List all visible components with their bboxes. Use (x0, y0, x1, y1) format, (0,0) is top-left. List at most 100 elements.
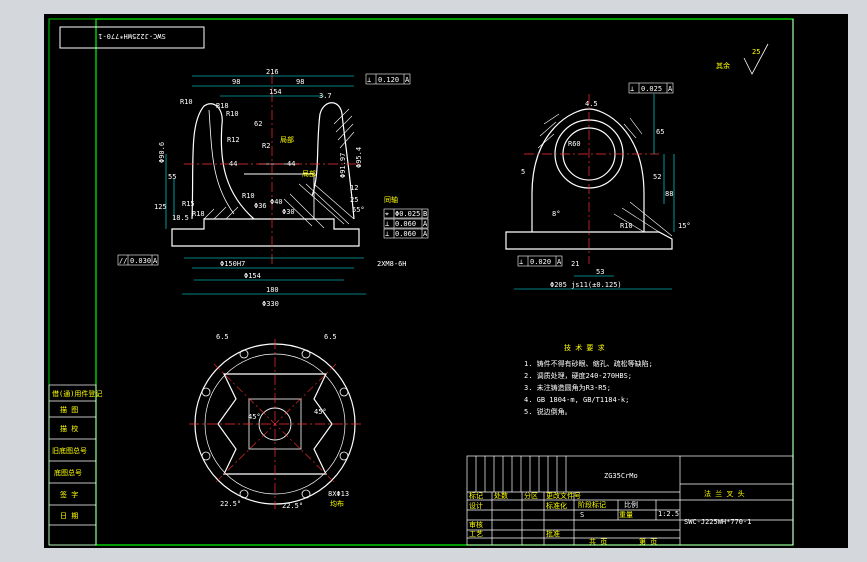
dim-5: 5 (521, 168, 525, 176)
drawing-code-rotated: SWC-J225WH*770-1 (98, 32, 165, 40)
dim-r18: R18 (216, 102, 229, 110)
title-block-text: ZG35CrMo 法 兰 叉 头 SWC-J225WH*770-1 1:2.5 … (469, 472, 751, 546)
drawing-canvas: SWC-J225WH*770-1 其余 25 216 98 98 154 3.7… (44, 14, 848, 548)
dim-53: 53 (596, 268, 604, 276)
dim-d91-97: Φ91.97 (339, 153, 347, 178)
svg-text:设计: 设计 (469, 501, 483, 510)
dim-r18-b: R18 (192, 210, 205, 218)
dim-15deg: 15° (678, 222, 691, 230)
svg-text:0.120: 0.120 (378, 76, 399, 84)
dim-65: 65 (656, 128, 664, 136)
dim-154: 154 (269, 88, 282, 96)
dim-6-5-left: 6.5 (216, 333, 229, 341)
tech-requirements: 技 术 要 求 1. 铸件不得有砂眼、缩孔、疏松等缺陷; 2. 调质处理，硬度2… (524, 343, 653, 416)
svg-text:处数: 处数 (494, 491, 508, 500)
svg-text:A: A (668, 85, 673, 93)
svg-text:0.060: 0.060 (395, 230, 416, 238)
label-coaxial: 同轴 (384, 195, 398, 204)
svg-text:重量: 重量 (619, 511, 633, 519)
svg-text:标记: 标记 (469, 491, 483, 500)
dim-180: 180 (266, 286, 279, 294)
dim-98-left: 98 (232, 78, 240, 86)
dim-88: 88 (665, 190, 673, 198)
dim-44-left: 44 (229, 160, 237, 168)
front-view-dims (165, 75, 366, 295)
left-block-text: 借(通)用件登记 描 图 描 校 旧底图总号 底图总号 签 字 日 期 (52, 389, 102, 520)
dim-d95-4: Φ95.4 (355, 147, 363, 168)
dim-r60: R60 (568, 140, 581, 148)
tech-item-4: 4. GB 1804-m, GB/T1184-k; (524, 396, 629, 404)
dim-55deg: 55° (352, 206, 365, 214)
svg-text:0.020: 0.020 (530, 258, 551, 266)
dim-25: 25 (350, 196, 358, 204)
dim-d36: Φ36 (254, 202, 267, 210)
svg-text:0.030: 0.030 (130, 257, 151, 265)
dim-d205: Φ205 js11(±0.125) (550, 281, 622, 289)
tech-item-2: 2. 调质处理，硬度240-270HBS; (524, 371, 632, 380)
dim-d150h7: Φ150H7 (220, 260, 245, 268)
dim-216: 216 (266, 68, 279, 76)
svg-text:A: A (153, 257, 158, 265)
dim-r2: R2 (262, 142, 270, 150)
label-uniform: 均布 (330, 499, 344, 508)
dim-8deg: 8° (552, 210, 560, 218)
dim-6-5-right: 6.5 (324, 333, 337, 341)
scale: 1:2.5 (658, 510, 679, 518)
dim-r10-b: R10 (226, 110, 239, 118)
dim-45deg-b: 45° (314, 408, 327, 416)
material: ZG35CrMo (604, 472, 638, 480)
front-view-dim-labels: 216 98 98 154 3.7 R10 R18 R10 R12 62 44 … (154, 68, 407, 308)
dim-d90-6: Φ90.6 (158, 142, 166, 163)
dim-22-5-a: 22.5° (220, 500, 241, 508)
dim-45deg-a: 45° (248, 413, 261, 421)
svg-text:⊥: ⊥ (367, 76, 371, 84)
dim-d330: Φ330 (262, 300, 279, 308)
tech-item-1: 1. 铸件不得有砂眼、缩孔、疏松等缺陷; (524, 359, 653, 368)
svg-text:A: A (423, 230, 428, 238)
bottom-view (189, 339, 361, 509)
tech-item-3: 3. 未注铸造圆角为R3-R5; (524, 383, 611, 392)
svg-text://: // (119, 257, 127, 265)
drawing-number: SWC-J225WH*770-1 (684, 518, 751, 526)
dim-44-right: 44 (287, 160, 295, 168)
sheet-number: 第 页 (639, 537, 657, 546)
svg-text:描 校: 描 校 (60, 424, 78, 433)
svg-text:旧底图总号: 旧底图总号 (52, 446, 87, 455)
dim-r10-c: R10 (242, 192, 255, 200)
part-name: 法 兰 叉 头 (704, 489, 745, 498)
svg-text:⊥: ⊥ (519, 258, 523, 266)
dim-d154: Φ154 (244, 272, 261, 280)
svg-text:工艺: 工艺 (469, 530, 483, 538)
svg-text:Φ0.025: Φ0.025 (395, 210, 420, 218)
side-view (505, 94, 673, 264)
svg-text:⊥: ⊥ (630, 85, 634, 93)
dim-d40: Φ40 (270, 198, 283, 206)
dim-r10: R10 (180, 98, 193, 106)
dim-r10-side: R10 (620, 222, 633, 230)
svg-text:⊥: ⊥ (385, 220, 389, 228)
svg-text:分区: 分区 (524, 491, 538, 500)
svg-text:借(通)用件登记: 借(通)用件登记 (52, 389, 102, 398)
dim-3.7: 3.7 (319, 92, 332, 100)
dim-55: 55 (168, 173, 176, 181)
svg-text:审核: 审核 (469, 520, 483, 529)
dim-r15: R15 (182, 200, 195, 208)
stage: S (580, 511, 584, 519)
dim-2xm8: 2XM8-6H (377, 260, 407, 268)
svg-text:签 字: 签 字 (60, 490, 78, 499)
sheet-total: 共 页 (589, 537, 607, 546)
dim-8xd13: 8XΦ13 (328, 490, 349, 498)
svg-text:阶段标记: 阶段标记 (578, 500, 606, 509)
svg-text:底图总号: 底图总号 (54, 468, 82, 477)
dim-52: 52 (653, 173, 661, 181)
svg-text:0.025: 0.025 (641, 85, 662, 93)
dim-98-right: 98 (296, 78, 304, 86)
front-view (171, 74, 364, 264)
tech-title: 技 术 要 求 (564, 343, 605, 352)
dim-r12: R12 (227, 136, 240, 144)
dim-18-5: 18.5 (172, 214, 189, 222)
svg-text:0.060: 0.060 (395, 220, 416, 228)
svg-text:⌖: ⌖ (385, 210, 389, 218)
svg-text:日 期: 日 期 (60, 512, 78, 520)
svg-text:A: A (423, 220, 428, 228)
